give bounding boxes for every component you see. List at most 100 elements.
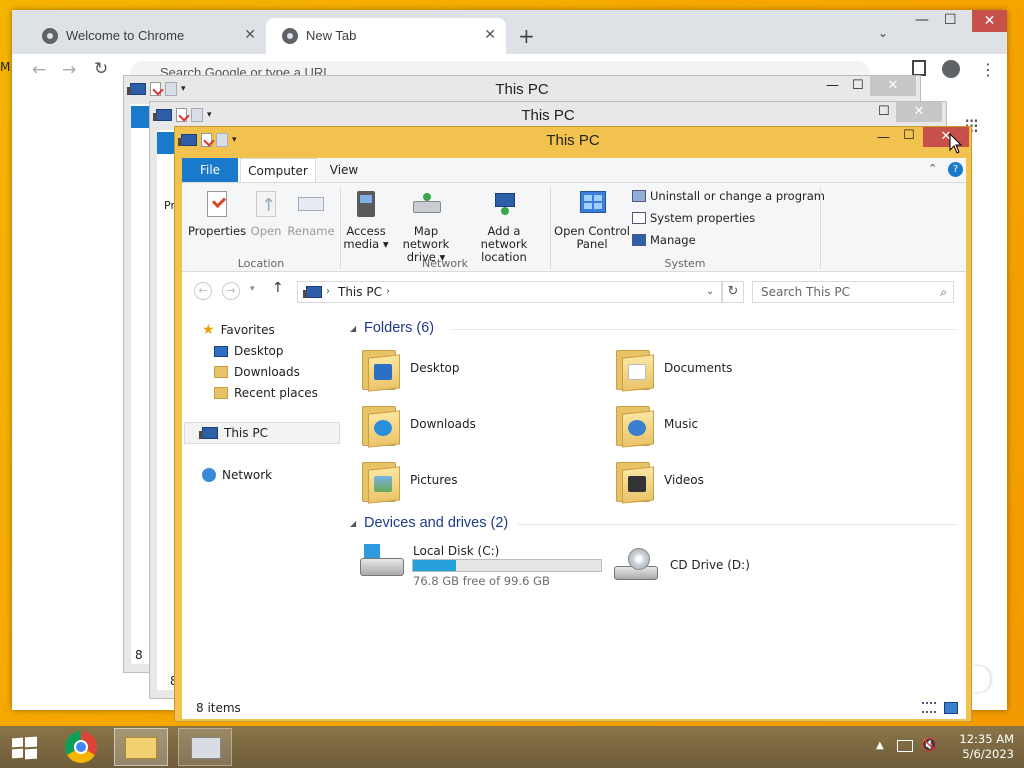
uninstall-program-link[interactable]: Uninstall or change a program: [632, 189, 825, 203]
tab-new-tab[interactable]: New Tab ✕: [266, 18, 506, 54]
back-button[interactable]: ←: [194, 282, 212, 300]
refresh-button[interactable]: ↻: [722, 281, 744, 303]
profile-avatar-icon[interactable]: [942, 60, 960, 78]
devices-group-header[interactable]: Devices and drives (2): [364, 515, 508, 531]
minimize-button[interactable]: —: [877, 130, 890, 145]
folder-item-videos[interactable]: Videos: [616, 458, 704, 504]
close-button[interactable]: ✕: [870, 76, 916, 96]
folder-item-downloads[interactable]: Downloads: [362, 402, 476, 448]
forward-button[interactable]: →: [222, 282, 240, 300]
up-button[interactable]: ↑: [272, 280, 284, 296]
chrome-close-button[interactable]: ✕: [972, 10, 1007, 32]
back-arrow-icon[interactable]: ←: [32, 60, 46, 80]
windows-logo-icon: [12, 737, 23, 748]
forward-arrow-icon[interactable]: →: [62, 60, 76, 80]
volume-muted-icon[interactable]: 🔇: [921, 738, 937, 753]
taskbar-file-explorer-button[interactable]: [114, 728, 168, 766]
taskbar-task-manager-button[interactable]: [178, 728, 232, 766]
nav-desktop[interactable]: Desktop: [214, 344, 284, 358]
chrome-maximize-button[interactable]: ☐: [944, 12, 957, 28]
properties-button[interactable]: Properties: [186, 189, 248, 238]
nav-downloads[interactable]: Downloads: [214, 365, 300, 379]
maximize-button[interactable]: ☐: [852, 78, 864, 93]
folder-label: Desktop: [410, 361, 460, 375]
tab-computer[interactable]: Computer: [240, 158, 316, 182]
open-button[interactable]: ↑ Open: [246, 189, 286, 238]
folder-item-pictures[interactable]: Pictures: [362, 458, 458, 504]
documents-folder-icon: [616, 346, 654, 392]
search-icon: ⌕: [940, 285, 947, 299]
path-chevron-icon[interactable]: ›: [326, 282, 330, 302]
search-placeholder: Search This PC: [761, 285, 850, 299]
this-pc-icon: [303, 286, 322, 298]
cd-drive-icon: [614, 548, 660, 582]
collapse-group-icon[interactable]: ◢: [350, 324, 356, 333]
collapse-ribbon-icon[interactable]: ⌃: [928, 162, 937, 175]
path-chevron-icon[interactable]: ›: [386, 282, 390, 302]
more-menu-icon[interactable]: ⋮: [980, 60, 996, 79]
tab-file[interactable]: File: [182, 158, 238, 182]
tab-search-icon[interactable]: ⌄: [878, 26, 888, 40]
open-control-panel-button[interactable]: Open Control Panel: [554, 189, 630, 251]
folder-item-documents[interactable]: Documents: [616, 346, 732, 392]
details-view-icon[interactable]: [922, 702, 936, 713]
large-icons-view-icon[interactable]: [944, 702, 958, 714]
map-network-drive-button[interactable]: Map network drive ▾: [390, 189, 462, 264]
drive-item-cd-drive[interactable]: CD Drive (D:): [614, 548, 750, 582]
downloads-folder-icon: [362, 402, 400, 448]
manage-link[interactable]: Manage: [632, 233, 696, 247]
show-hidden-icons-icon[interactable]: ▲: [876, 740, 884, 751]
nav-label: Recent places: [234, 386, 318, 400]
folder-label: Videos: [664, 473, 704, 487]
file-tab-fragment: [157, 132, 175, 154]
drive-name: CD Drive (D:): [670, 558, 750, 572]
drive-usage-fill: [413, 560, 457, 571]
maximize-button[interactable]: ☐: [878, 104, 890, 119]
desktop-edge-letter: M: [0, 60, 11, 74]
new-tab-button[interactable]: +: [518, 24, 535, 48]
taskbar-chrome-button[interactable]: [56, 728, 106, 766]
address-dropdown-icon[interactable]: ⌄: [706, 282, 714, 302]
ribbon-group-network: Network: [422, 257, 468, 270]
nav-recent-places[interactable]: Recent places: [214, 386, 318, 400]
customize-chrome-button[interactable]: [972, 666, 990, 692]
folder-item-desktop[interactable]: Desktop: [362, 346, 460, 392]
chrome-minimize-button[interactable]: —: [915, 12, 929, 28]
folders-group-header[interactable]: Folders (6): [364, 320, 434, 336]
window-title: This PC: [495, 81, 549, 98]
drive-item-local-disk[interactable]: Local Disk (C:) 76.8 GB free of 99.6 GB: [360, 542, 620, 588]
help-icon[interactable]: ?: [948, 162, 963, 177]
tab-close-icon[interactable]: ✕: [484, 26, 496, 43]
maximize-button[interactable]: ☐: [903, 128, 915, 143]
minimize-button[interactable]: —: [826, 78, 839, 93]
file-tab-fragment: [131, 106, 149, 128]
status-bar: 8 items: [182, 697, 966, 719]
rename-button[interactable]: Rename: [286, 189, 336, 238]
address-path[interactable]: › This PC › ⌄: [297, 281, 722, 303]
folder-item-music[interactable]: Music: [616, 402, 698, 448]
tab-welcome-to-chrome[interactable]: Welcome to Chrome ✕: [26, 18, 266, 54]
collapse-group-icon[interactable]: ◢: [350, 519, 356, 528]
network-tray-icon[interactable]: [897, 740, 913, 752]
nav-this-pc[interactable]: This PC: [199, 426, 268, 440]
system-properties-link[interactable]: System properties: [632, 211, 755, 225]
tab-view[interactable]: View: [320, 158, 368, 182]
side-panel-icon[interactable]: [912, 60, 926, 76]
tab-close-icon[interactable]: ✕: [244, 26, 256, 43]
downloads-icon: [214, 366, 228, 378]
reload-icon[interactable]: ↻: [94, 59, 108, 79]
nav-network[interactable]: Network: [202, 468, 272, 482]
search-input[interactable]: Search This PC ⌕: [752, 281, 954, 303]
close-button[interactable]: ✕: [896, 102, 942, 122]
clock[interactable]: 12:35 AM 5/6/2023: [959, 732, 1014, 762]
windows-logo-icon: [364, 544, 380, 558]
nav-favorites[interactable]: ★ Favorites: [202, 322, 275, 338]
add-network-location-button[interactable]: Add a network location: [464, 189, 544, 264]
path-segment[interactable]: This PC: [338, 282, 382, 302]
tab-title: Welcome to Chrome: [66, 28, 185, 43]
add-network-location-icon: [489, 189, 519, 221]
start-button[interactable]: [0, 728, 48, 766]
drive-free-space: 76.8 GB free of 99.6 GB: [413, 574, 550, 588]
recent-locations-icon[interactable]: ▾: [250, 284, 255, 294]
access-media-button[interactable]: Access media ▾: [342, 189, 390, 251]
